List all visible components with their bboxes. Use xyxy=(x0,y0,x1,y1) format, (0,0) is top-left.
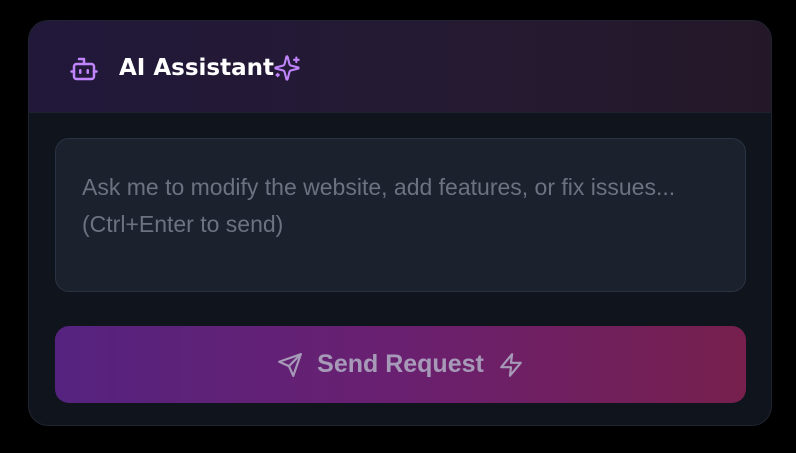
bolt-icon xyxy=(498,352,524,378)
send-request-label: Send Request xyxy=(317,350,484,378)
sparkles-icon xyxy=(273,54,301,82)
send-icon xyxy=(277,352,303,378)
send-request-button[interactable]: Send Request xyxy=(55,326,746,403)
panel-title: AI Assistant xyxy=(119,55,275,81)
prompt-input[interactable] xyxy=(82,169,719,279)
prompt-input-container xyxy=(55,138,746,292)
ai-assistant-panel: AI Assistant Send Request xyxy=(28,20,772,426)
robot-icon xyxy=(68,53,100,85)
panel-header: AI Assistant xyxy=(29,21,771,113)
